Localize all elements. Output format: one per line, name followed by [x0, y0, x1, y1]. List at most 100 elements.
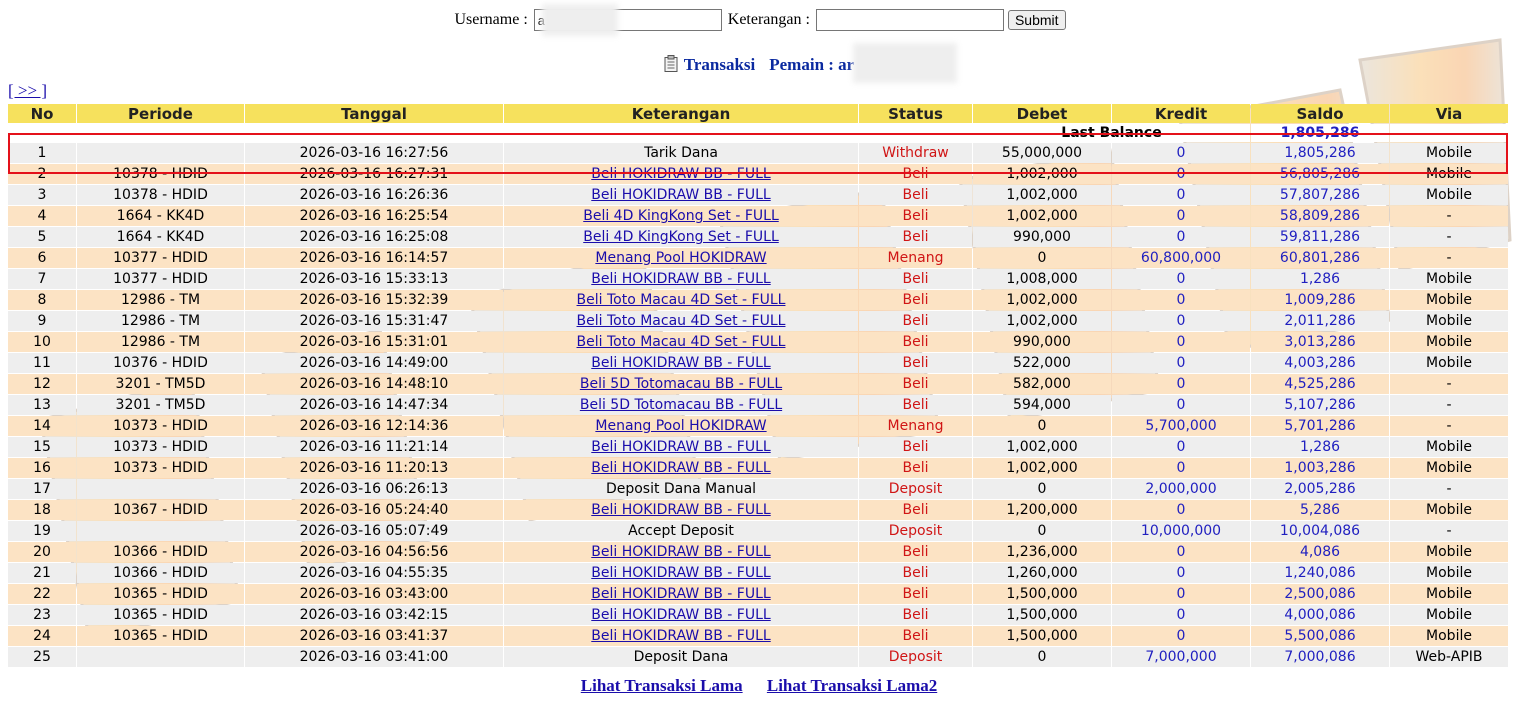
table-row: 1 2026-03-16 16:27:56 Tarik Dana Withdraw 55… — [8, 143, 1508, 163]
cell-no: 20 — [8, 542, 76, 562]
cell-kredit: 0 — [1112, 227, 1250, 247]
cell-status: Beli — [859, 542, 972, 562]
table-row: 10 12986 - TM 2026-03-16 15:31:01 Beli Toto… — [8, 332, 1508, 352]
cell-keterangan: Beli HOKIDRAW BB - FULL — [504, 185, 858, 205]
cell-tanggal: 2026-03-16 03:42:15 — [245, 605, 503, 625]
username-input[interactable] — [533, 9, 722, 31]
cell-saldo: 4,525,286 — [1251, 374, 1389, 394]
cell-no: 22 — [8, 584, 76, 604]
transaction-detail-link[interactable]: Beli Toto Macau 4D Set - FULL — [577, 313, 786, 329]
transaction-detail-link[interactable]: Beli 4D KingKong Set - FULL — [583, 208, 779, 224]
column-header-no[interactable]: No — [8, 104, 76, 123]
player-label: Pemain : ar — [769, 55, 855, 74]
cell-keterangan: Beli 5D Totomacau BB - FULL — [504, 395, 858, 415]
cell-tanggal: 2026-03-16 03:43:00 — [245, 584, 503, 604]
transaction-detail-link[interactable]: Beli 5D Totomacau BB - FULL — [580, 376, 782, 392]
cell-saldo: 5,701,286 — [1251, 416, 1389, 436]
transaction-detail-link[interactable]: Beli HOKIDRAW BB - FULL — [591, 628, 770, 644]
transaction-detail-link[interactable]: Beli HOKIDRAW BB - FULL — [591, 439, 770, 455]
cell-periode: 10373 - HDID — [77, 416, 244, 436]
column-header-debet[interactable]: Debet — [973, 104, 1111, 123]
cell-tanggal: 2026-03-16 16:25:08 — [245, 227, 503, 247]
cell-kredit: 0 — [1112, 500, 1250, 520]
cell-tanggal: 2026-03-16 03:41:37 — [245, 626, 503, 646]
cell-periode: 12986 - TM — [77, 311, 244, 331]
cell-keterangan: Menang Pool HOKIDRAW — [504, 248, 858, 268]
table-row: 21 10366 - HDID 2026-03-16 04:55:35 Beli HO… — [8, 563, 1508, 583]
cell-via: - — [1390, 206, 1508, 226]
cell-kredit: 0 — [1112, 563, 1250, 583]
cell-debet: 1,260,000 — [973, 563, 1111, 583]
transaction-detail-link[interactable]: Beli HOKIDRAW BB - FULL — [591, 355, 770, 371]
cell-no: 11 — [8, 353, 76, 373]
cell-periode: 12986 - TM — [77, 332, 244, 352]
cell-debet: 522,000 — [973, 353, 1111, 373]
old-transactions-link[interactable]: Lihat Transaksi Lama — [581, 676, 743, 695]
cell-no: 24 — [8, 626, 76, 646]
transaction-detail-link[interactable]: Beli HOKIDRAW BB - FULL — [591, 271, 770, 287]
cell-via: - — [1390, 227, 1508, 247]
cell-keterangan: Deposit Dana Manual — [504, 479, 858, 499]
cell-periode: 10373 - HDID — [77, 458, 244, 478]
cell-saldo: 60,801,286 — [1251, 248, 1389, 268]
transaction-detail-link[interactable]: Beli HOKIDRAW BB - FULL — [591, 607, 770, 623]
cell-keterangan: Beli HOKIDRAW BB - FULL — [504, 458, 858, 478]
submit-button[interactable]: Submit — [1007, 10, 1066, 30]
cell-keterangan: Beli HOKIDRAW BB - FULL — [504, 500, 858, 520]
column-header-tanggal[interactable]: Tanggal — [245, 104, 503, 123]
column-header-status[interactable]: Status — [859, 104, 972, 123]
column-header-keterangan[interactable]: Keterangan — [504, 104, 858, 123]
cell-saldo: 4,086 — [1251, 542, 1389, 562]
transaction-detail-link[interactable]: Beli HOKIDRAW BB - FULL — [591, 460, 770, 476]
cell-via: Mobile — [1390, 311, 1508, 331]
transaction-detail-link[interactable]: Beli HOKIDRAW BB - FULL — [591, 586, 770, 602]
cell-via: - — [1390, 521, 1508, 541]
cell-saldo: 2,500,086 — [1251, 584, 1389, 604]
keterangan-input[interactable] — [815, 9, 1004, 31]
cell-status: Beli — [859, 458, 972, 478]
transaction-detail-link[interactable]: Beli HOKIDRAW BB - FULL — [591, 565, 770, 581]
cell-kredit: 60,800,000 — [1112, 248, 1250, 268]
old-transactions-link-2[interactable]: Lihat Transaksi Lama2 — [767, 676, 937, 695]
cell-kredit: 0 — [1112, 206, 1250, 226]
transaction-detail-link[interactable]: Beli HOKIDRAW BB - FULL — [591, 502, 770, 518]
transaction-detail-link[interactable]: Beli 4D KingKong Set - FULL — [583, 229, 779, 245]
transaction-detail-link[interactable]: Menang Pool HOKIDRAW — [595, 250, 766, 266]
cell-status: Deposit — [859, 479, 972, 499]
next-page-link[interactable]: [ >> ] — [8, 81, 47, 101]
transaction-detail-link[interactable]: Beli 5D Totomacau BB - FULL — [580, 397, 782, 413]
table-row: 23 10365 - HDID 2026-03-16 03:42:15 Beli HO… — [8, 605, 1508, 625]
cell-via: Mobile — [1390, 437, 1508, 457]
transaction-detail-link[interactable]: Beli HOKIDRAW BB - FULL — [591, 544, 770, 560]
transaction-detail-link[interactable]: Beli HOKIDRAW BB - FULL — [591, 166, 770, 182]
cell-kredit: 0 — [1112, 605, 1250, 625]
column-header-via[interactable]: Via — [1390, 104, 1508, 123]
last-balance-row: Last Balance 1,805,286 — [8, 124, 1508, 142]
transaction-detail-link[interactable]: Beli HOKIDRAW BB - FULL — [591, 187, 770, 203]
table-row: 17 2026-03-16 06:26:13 Deposit Dana Manual… — [8, 479, 1508, 499]
transaction-detail-link[interactable]: Beli Toto Macau 4D Set - FULL — [577, 292, 786, 308]
transaction-detail-link[interactable]: Menang Pool HOKIDRAW — [595, 418, 766, 434]
cell-debet: 1,002,000 — [973, 311, 1111, 331]
cell-via: - — [1390, 479, 1508, 499]
cell-debet: 1,008,000 — [973, 269, 1111, 289]
cell-via: Mobile — [1390, 542, 1508, 562]
transaction-detail-link[interactable]: Beli Toto Macau 4D Set - FULL — [577, 334, 786, 350]
table-row: 7 10377 - HDID 2026-03-16 15:33:13 Beli HOK… — [8, 269, 1508, 289]
column-header-saldo[interactable]: Saldo — [1251, 104, 1389, 123]
cell-keterangan: Beli HOKIDRAW BB - FULL — [504, 626, 858, 646]
cell-status: Beli — [859, 290, 972, 310]
cell-via: Mobile — [1390, 563, 1508, 583]
cell-saldo: 10,004,086 — [1251, 521, 1389, 541]
cell-tanggal: 2026-03-16 11:20:13 — [245, 458, 503, 478]
cell-periode: 10366 - HDID — [77, 563, 244, 583]
cell-periode: 10366 - HDID — [77, 542, 244, 562]
column-header-kredit[interactable]: Kredit — [1112, 104, 1250, 123]
cell-no: 14 — [8, 416, 76, 436]
cell-saldo: 4,000,086 — [1251, 605, 1389, 625]
cell-no: 2 — [8, 164, 76, 184]
cell-via: Mobile — [1390, 458, 1508, 478]
page-heading: Transaksi Pemain : ar — [0, 43, 1518, 83]
cell-debet: 1,002,000 — [973, 185, 1111, 205]
column-header-periode[interactable]: Periode — [77, 104, 244, 123]
